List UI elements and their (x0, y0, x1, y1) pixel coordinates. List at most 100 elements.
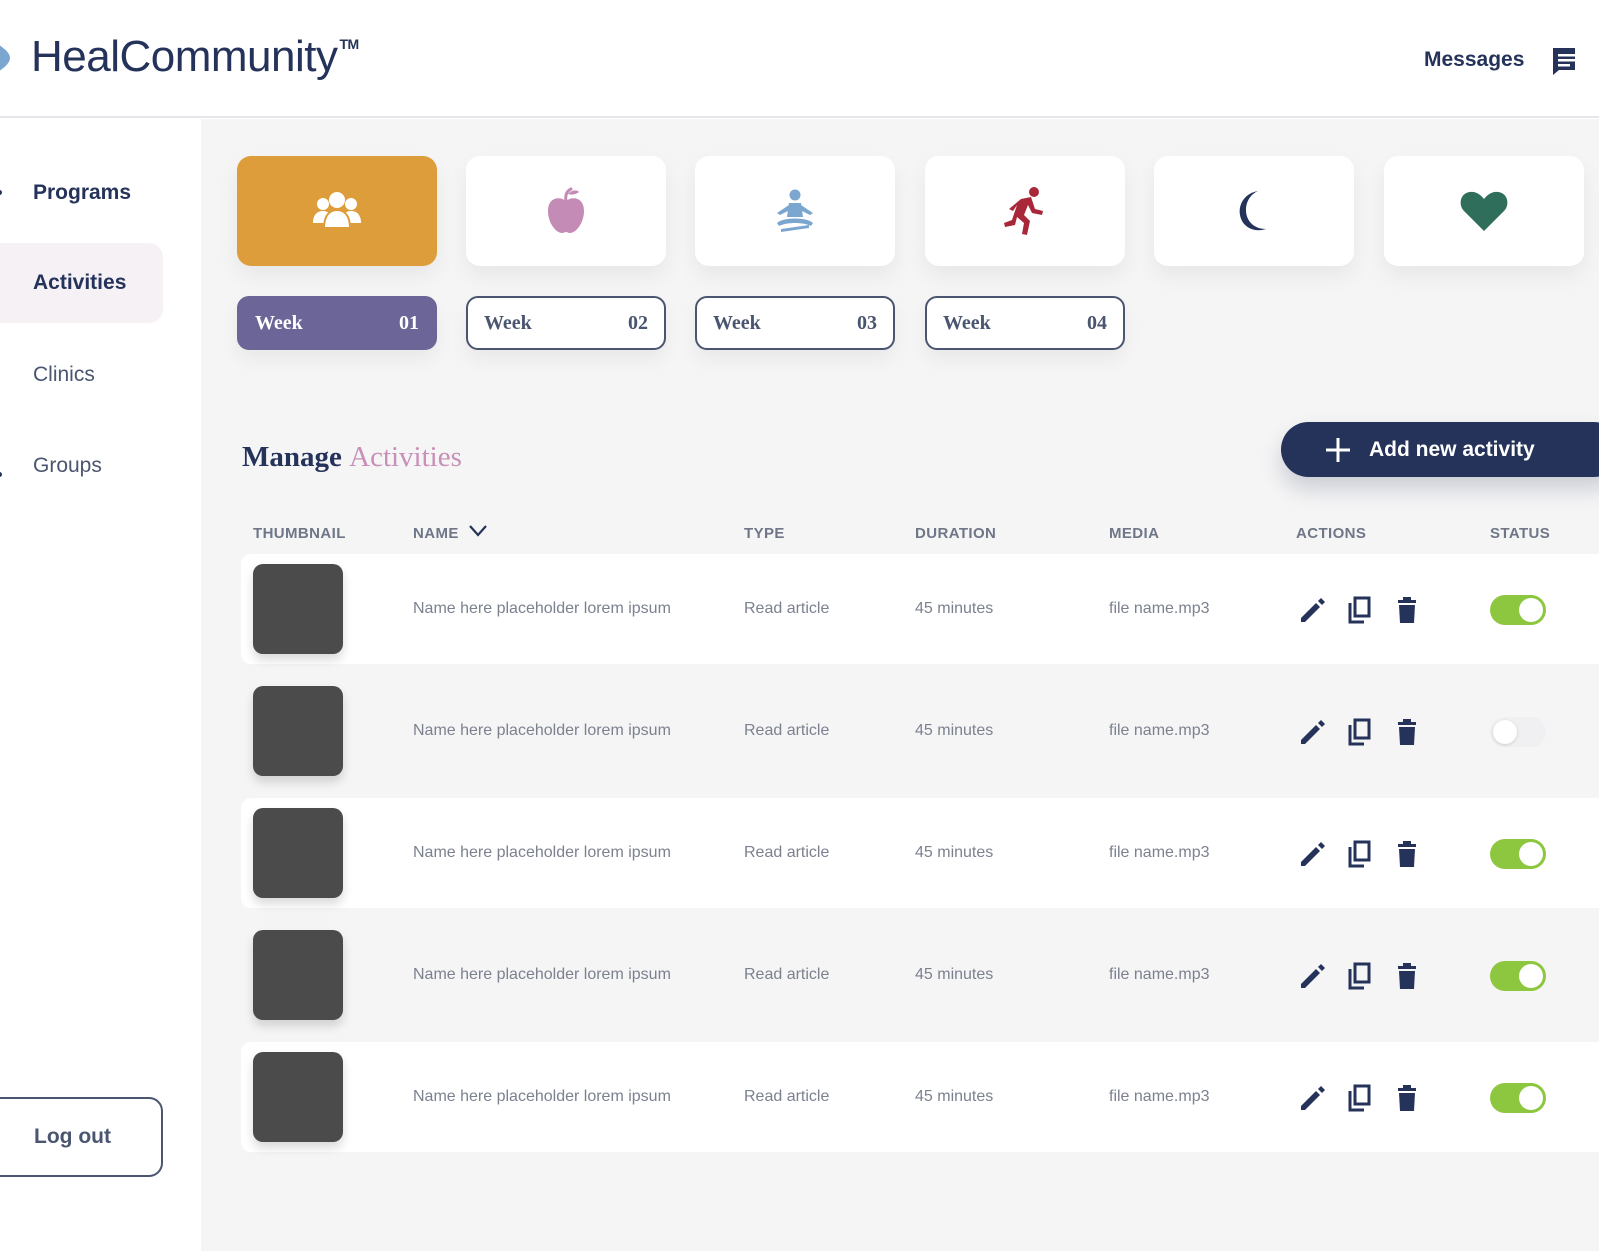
sidebar-item-label: Clinics (33, 363, 95, 386)
week-button-04[interactable]: Week 04 (925, 296, 1125, 350)
edit-icon[interactable] (1297, 838, 1329, 870)
meditation-icon (777, 189, 813, 232)
add-activity-label: Add new activity (1369, 437, 1535, 461)
week-label: Week (713, 311, 761, 334)
column-header-thumbnail: THUMBNAIL (253, 525, 346, 542)
status-toggle[interactable] (1490, 717, 1546, 747)
activity-type: Read article (744, 1088, 830, 1105)
toggle-knob (1493, 720, 1517, 744)
duplicate-icon[interactable] (1344, 716, 1376, 748)
sidebar-item-programs[interactable]: Programs (0, 153, 163, 233)
activity-thumbnail[interactable] (253, 930, 343, 1020)
week-number: 03 (857, 311, 877, 334)
category-card-wellbeing[interactable] (1384, 156, 1584, 266)
main-content: Week 01 Week 02 Week 03 Week 04 Manage A… (201, 119, 1599, 1251)
sidebar: Programs Activities Clinics Groups Log o… (0, 119, 201, 1251)
toggle-knob (1519, 1086, 1543, 1110)
app-logo[interactable]: HealCommunity TM (31, 32, 359, 82)
logout-button[interactable]: Log out (0, 1097, 163, 1177)
heart-icon (1460, 191, 1508, 231)
week-label: Week (484, 311, 532, 334)
logo-icon (0, 45, 10, 71)
activity-name: Name here placeholder lorem ipsum (413, 844, 671, 861)
trademark: TM (339, 36, 359, 52)
bullet-icon (0, 472, 2, 477)
activity-media: file name.mp3 (1109, 844, 1210, 861)
activity-name: Name here placeholder lorem ipsum (413, 966, 671, 983)
status-toggle[interactable] (1490, 595, 1546, 625)
toggle-knob (1519, 598, 1543, 622)
column-header-duration: DURATION (915, 525, 997, 542)
column-header-actions: ACTIONS (1296, 525, 1367, 542)
sidebar-item-groups[interactable]: Groups (0, 426, 163, 506)
chevron-down-icon (469, 525, 488, 537)
sidebar-item-label: Programs (33, 181, 132, 204)
sidebar-item-activities[interactable]: Activities (0, 243, 163, 323)
status-toggle[interactable] (1490, 961, 1546, 991)
activity-name: Name here placeholder lorem ipsum (413, 1088, 671, 1105)
delete-icon[interactable] (1391, 1082, 1423, 1114)
category-card-meditation[interactable] (695, 156, 895, 266)
status-toggle[interactable] (1490, 839, 1546, 869)
activity-type: Read article (744, 600, 830, 617)
week-button-01[interactable]: Week 01 (237, 296, 437, 350)
delete-icon[interactable] (1391, 838, 1423, 870)
activity-type: Read article (744, 844, 830, 861)
messages-link[interactable]: Messages (1424, 48, 1524, 72)
column-header-name[interactable]: NAME (413, 525, 488, 542)
activity-thumbnail[interactable] (253, 808, 343, 898)
table-row: Name here placeholder lorem ipsum Read a… (241, 554, 1599, 664)
edit-icon[interactable] (1297, 1082, 1329, 1114)
activity-duration: 45 minutes (915, 722, 994, 739)
edit-icon[interactable] (1297, 594, 1329, 626)
activity-media: file name.mp3 (1109, 722, 1210, 739)
messages-icon[interactable] (1551, 46, 1575, 76)
week-number: 01 (399, 311, 419, 334)
delete-icon[interactable] (1391, 594, 1423, 626)
title-main: Manage (242, 441, 342, 473)
activity-duration: 45 minutes (915, 600, 994, 617)
running-icon (1004, 187, 1043, 235)
category-card-sleep[interactable] (1154, 156, 1354, 266)
delete-icon[interactable] (1391, 960, 1423, 992)
activity-name: Name here placeholder lorem ipsum (413, 600, 671, 617)
duplicate-icon[interactable] (1344, 838, 1376, 870)
status-toggle[interactable] (1490, 1083, 1546, 1113)
table-row: Name here placeholder lorem ipsum Read a… (241, 920, 1599, 1030)
top-header: HealCommunity TM Messages (0, 0, 1599, 118)
activity-thumbnail[interactable] (253, 1052, 343, 1142)
column-header-media: MEDIA (1109, 525, 1160, 542)
category-card-nutrition[interactable] (466, 156, 666, 266)
group-icon (313, 192, 361, 229)
category-card-group[interactable] (237, 156, 437, 266)
duplicate-icon[interactable] (1344, 594, 1376, 626)
moon-icon (1239, 191, 1266, 231)
activity-duration: 45 minutes (915, 966, 994, 983)
edit-icon[interactable] (1297, 960, 1329, 992)
column-header-status: STATUS (1490, 525, 1551, 542)
activity-media: file name.mp3 (1109, 600, 1210, 617)
toggle-knob (1519, 842, 1543, 866)
activity-duration: 45 minutes (915, 844, 994, 861)
week-button-03[interactable]: Week 03 (695, 296, 895, 350)
add-activity-button[interactable]: Add new activity (1281, 422, 1599, 477)
edit-icon[interactable] (1297, 716, 1329, 748)
week-button-02[interactable]: Week 02 (466, 296, 666, 350)
activity-name: Name here placeholder lorem ipsum (413, 722, 671, 739)
duplicate-icon[interactable] (1344, 1082, 1376, 1114)
title-accent: Activities (349, 441, 462, 473)
apple-icon (548, 187, 584, 233)
table-row: Name here placeholder lorem ipsum Read a… (241, 1042, 1599, 1152)
category-card-exercise[interactable] (925, 156, 1125, 266)
activity-thumbnail[interactable] (253, 564, 343, 654)
activity-thumbnail[interactable] (253, 686, 343, 776)
activity-media: file name.mp3 (1109, 966, 1210, 983)
duplicate-icon[interactable] (1344, 960, 1376, 992)
sidebar-item-clinics[interactable]: Clinics (0, 335, 163, 415)
activity-duration: 45 minutes (915, 1088, 994, 1105)
delete-icon[interactable] (1391, 716, 1423, 748)
week-label: Week (255, 311, 303, 334)
plus-icon (1326, 437, 1350, 462)
page-title: Manage Activities (242, 441, 462, 474)
sidebar-item-label: Groups (33, 454, 102, 477)
